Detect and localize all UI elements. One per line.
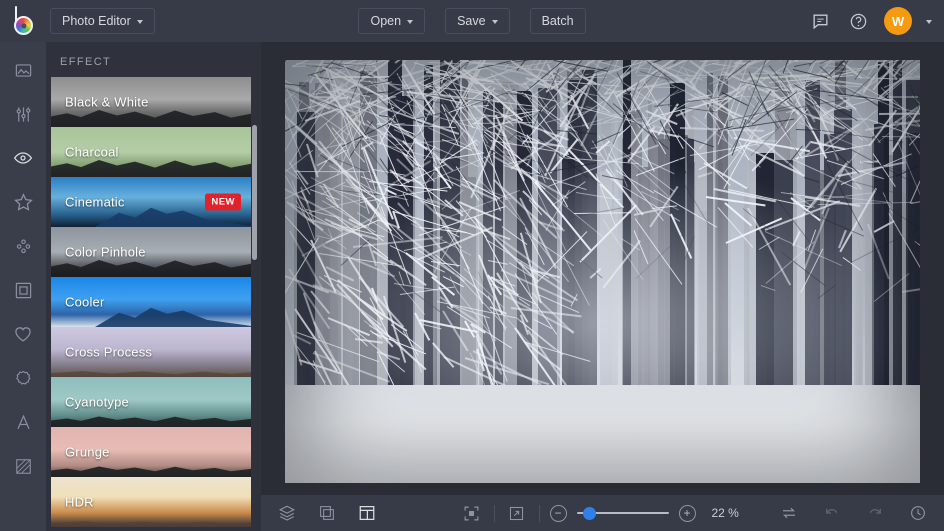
effect-label: Color Pinhole <box>65 244 146 260</box>
sidebar-item-adjust[interactable] <box>3 94 43 134</box>
avatar-initial: W <box>891 13 905 29</box>
top-toolbar: Photo Editor Open Save Batch W <box>0 0 944 42</box>
effect-item-cyanotype[interactable]: Cyanotype <box>51 377 251 427</box>
toolbar-divider <box>538 504 540 522</box>
chevron-down-icon <box>491 19 498 24</box>
view-tools-group <box>275 501 379 525</box>
effect-item-charcoal[interactable]: Charcoal <box>51 127 251 177</box>
layers-icon[interactable] <box>275 501 299 525</box>
zoom-level-value: 22 % <box>711 506 739 520</box>
tool-rail <box>0 42 46 531</box>
panel-title: EFFECT <box>60 56 112 68</box>
photo-snow-ground <box>285 385 920 483</box>
canvas-column: − + 22 % <box>261 42 944 531</box>
question-circle-icon[interactable] <box>846 9 870 33</box>
toolbar-divider <box>493 504 495 522</box>
chevron-down-icon <box>407 19 414 24</box>
sidebar-item-stickers[interactable] <box>3 314 43 354</box>
batch-label: Batch <box>541 14 574 28</box>
sidebar-item-text[interactable] <box>3 402 43 442</box>
effect-label: Cooler <box>65 294 105 310</box>
sidebar-item-overlays[interactable] <box>3 226 43 266</box>
zoom-in-label: + <box>683 506 691 520</box>
zoom-slider[interactable] <box>576 506 669 520</box>
history-clock-icon[interactable] <box>906 501 930 525</box>
panel-layout-icon[interactable] <box>355 501 379 525</box>
sidebar-item-effects[interactable] <box>3 138 43 178</box>
workspace: EFFECT Black & White Charcoal Cinematic NEW… <box>0 42 944 531</box>
expand-arrow-icon[interactable] <box>505 501 529 525</box>
zoom-out-button[interactable]: − <box>549 504 567 522</box>
app-switcher-label: Photo Editor <box>62 14 131 28</box>
chevron-down-icon[interactable] <box>926 19 932 24</box>
open-button[interactable]: Open <box>358 8 426 34</box>
effect-item-cooler[interactable]: Cooler <box>51 277 251 327</box>
effect-item-black-white[interactable]: Black & White <box>51 77 251 127</box>
edited-photo[interactable] <box>285 59 920 483</box>
effect-item-hdr[interactable]: HDR <box>51 477 251 527</box>
effect-item-color-pinhole[interactable]: Color Pinhole <box>51 227 251 277</box>
app-logo[interactable] <box>0 0 46 42</box>
comment-icon[interactable] <box>808 9 832 33</box>
batch-button[interactable]: Batch <box>529 8 586 34</box>
chevron-down-icon <box>136 19 143 24</box>
redo-arrow-icon[interactable] <box>863 501 887 525</box>
avatar[interactable]: W <box>884 7 912 35</box>
effect-label: Cyanotype <box>65 394 129 410</box>
effect-item-grunge[interactable]: Grunge <box>51 427 251 477</box>
canvas-area[interactable] <box>261 42 944 495</box>
zoom-slider-knob[interactable] <box>582 506 596 520</box>
photo-editor-app: Photo Editor Open Save Batch W EFFECT Bl… <box>0 0 944 531</box>
save-label: Save <box>457 14 486 28</box>
effect-label: HDR <box>65 494 94 510</box>
sidebar-item-texture[interactable] <box>3 446 43 486</box>
account-group: W <box>808 7 944 35</box>
effect-item-cinematic[interactable]: Cinematic NEW <box>51 177 251 227</box>
history-tools-group <box>777 501 930 525</box>
sidebar-item-badges[interactable] <box>3 358 43 398</box>
effect-label: Cross Process <box>65 344 153 360</box>
sidebar-item-image[interactable] <box>3 50 43 90</box>
fit-to-screen-icon[interactable] <box>460 501 484 525</box>
app-switcher-menu[interactable]: Photo Editor <box>50 8 155 34</box>
save-button[interactable]: Save <box>445 8 510 34</box>
zoom-in-button[interactable]: + <box>678 504 696 522</box>
effect-list[interactable]: Black & White Charcoal Cinematic NEW Color P… <box>46 77 261 531</box>
compare-swap-icon[interactable] <box>777 501 801 525</box>
undo-arrow-icon[interactable] <box>820 501 844 525</box>
effect-label: Cinematic <box>65 194 125 210</box>
open-label: Open <box>370 14 402 28</box>
status-badge: NEW <box>205 193 241 211</box>
bottom-toolbar: − + 22 % <box>261 495 944 531</box>
effect-label: Black & White <box>65 94 149 110</box>
sidebar-item-favorites[interactable] <box>3 182 43 222</box>
overlap-squares-icon[interactable] <box>315 501 339 525</box>
effect-item-cross-process[interactable]: Cross Process <box>51 327 251 377</box>
sidebar-item-frames[interactable] <box>3 270 43 310</box>
panel-scrollbar[interactable] <box>252 125 257 260</box>
zoom-out-label: − <box>554 506 562 520</box>
effect-label: Grunge <box>65 444 110 460</box>
effect-label: Charcoal <box>65 144 119 160</box>
color-wheel-logo-icon <box>10 6 36 36</box>
effects-panel: EFFECT Black & White Charcoal Cinematic NEW… <box>46 42 261 531</box>
